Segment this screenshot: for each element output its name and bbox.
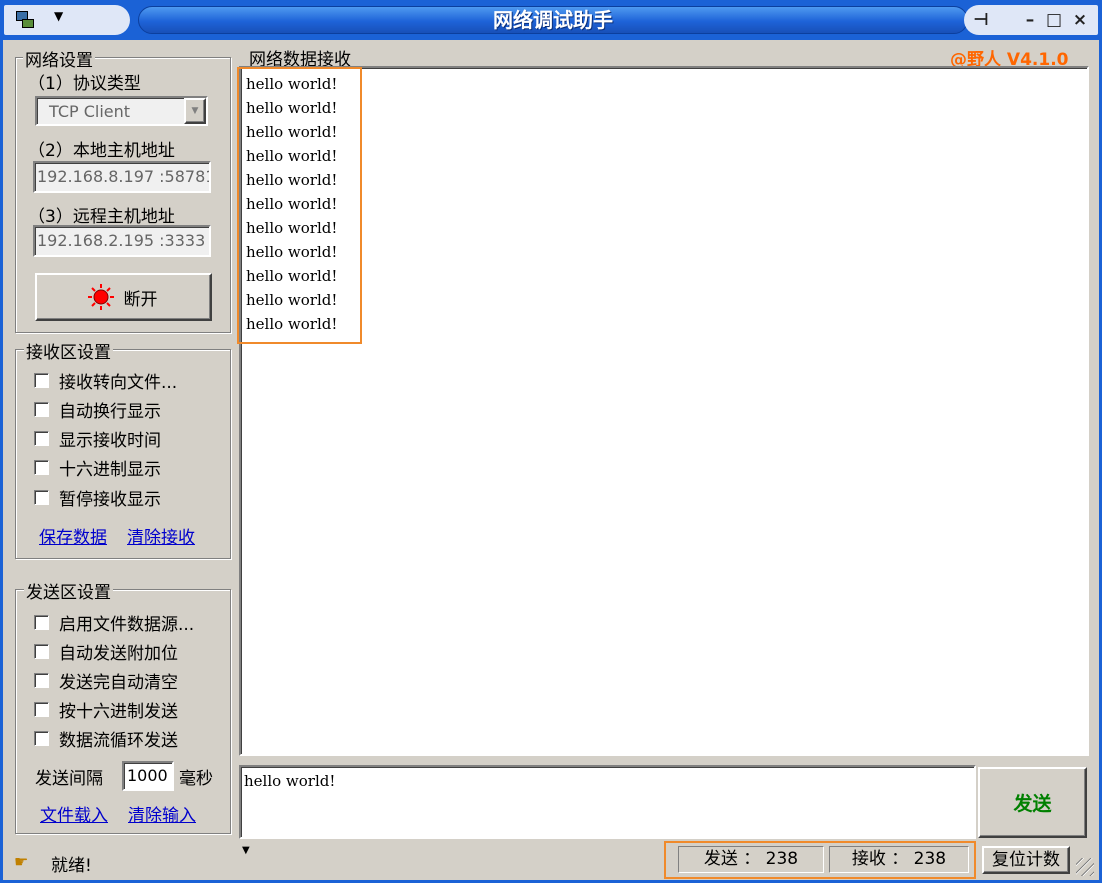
received-counter: 接收 ： 238 xyxy=(829,846,969,873)
receive-line: hello world! xyxy=(246,99,338,117)
checkbox[interactable] xyxy=(34,459,49,475)
status-indicator-icon xyxy=(87,284,114,310)
remote-address-field[interactable]: 192.168.2.195 :3333 xyxy=(33,225,211,257)
ready-status: 就绪! xyxy=(51,856,92,876)
recv-option-pause[interactable]: 暂停接收显示 xyxy=(34,485,161,510)
send-interval-input[interactable]: 1000 xyxy=(122,761,174,791)
close-button[interactable]: × xyxy=(1068,8,1092,32)
recv-option-auto-wrap[interactable]: 自动换行显示 xyxy=(34,397,161,422)
checkbox[interactable] xyxy=(34,614,49,630)
chevron-down-icon[interactable]: ▼ xyxy=(184,98,206,124)
checkbox[interactable] xyxy=(34,489,49,505)
sent-counter: 发送 ： 238 xyxy=(678,846,824,873)
send-option-loop[interactable]: 数据流循环发送 xyxy=(34,726,178,751)
ready-icon: ☛ xyxy=(14,852,29,871)
local-address-label: （2）本地主机地址 xyxy=(28,141,175,161)
window-title: 网络调试助手 xyxy=(493,8,613,32)
send-option-auto-clear[interactable]: 发送完自动清空 xyxy=(34,668,178,693)
receive-line: hello world! xyxy=(246,147,338,165)
remote-address-label: （3）远程主机地址 xyxy=(28,207,175,227)
reset-count-button[interactable]: 复位计数 xyxy=(982,846,1070,874)
checkbox[interactable] xyxy=(34,672,49,688)
receive-textarea[interactable] xyxy=(239,66,1089,756)
send-settings-legend: 发送区设置 xyxy=(24,578,113,603)
receive-line: hello world! xyxy=(246,291,338,309)
receive-lines: hello world! hello world! hello world! h… xyxy=(246,72,337,336)
local-address-field[interactable]: 192.168.8.197 :58781 xyxy=(33,161,211,193)
app-icon[interactable] xyxy=(16,11,36,29)
protocol-label: （1）协议类型 xyxy=(28,74,141,94)
receive-line: hello world! xyxy=(246,75,338,93)
system-menu[interactable]: ▼ xyxy=(4,5,130,35)
receive-line: hello world! xyxy=(246,219,338,237)
protocol-value: TCP Client xyxy=(49,102,131,121)
save-data-link[interactable]: 保存数据 xyxy=(39,523,107,548)
checkbox[interactable] xyxy=(34,430,49,446)
receive-line: hello world! xyxy=(246,195,338,213)
receive-line: hello world! xyxy=(246,243,338,261)
recv-option-to-file[interactable]: 接收转向文件... xyxy=(34,368,177,393)
resize-grip-icon[interactable] xyxy=(1076,858,1094,876)
checkbox[interactable] xyxy=(34,730,49,746)
protocol-select[interactable]: TCP Client ▼ xyxy=(35,96,208,126)
receive-settings-legend: 接收区设置 xyxy=(24,338,113,363)
clear-receive-link[interactable]: 清除接收 xyxy=(127,523,195,548)
menu-dropdown-icon[interactable]: ▼ xyxy=(54,9,63,23)
receive-line: hello world! xyxy=(246,171,338,189)
recv-option-show-time[interactable]: 显示接收时间 xyxy=(34,426,161,451)
maximize-button[interactable]: □ xyxy=(1042,8,1066,32)
receive-line: hello world! xyxy=(246,267,338,285)
send-interval-label: 发送间隔 xyxy=(35,769,103,789)
clear-input-link[interactable]: 清除输入 xyxy=(128,801,196,826)
send-option-hex[interactable]: 按十六进制发送 xyxy=(34,697,178,722)
send-interval-unit: 毫秒 xyxy=(179,769,213,789)
pin-icon[interactable]: ⊣ xyxy=(968,8,994,32)
send-textarea[interactable]: hello world! xyxy=(239,765,976,839)
receive-line: hello world! xyxy=(246,123,338,141)
receive-line: hello world! xyxy=(246,315,338,333)
disconnect-label: 断开 xyxy=(123,289,158,310)
network-settings-legend: 网络设置 xyxy=(23,46,95,71)
checkbox[interactable] xyxy=(34,701,49,717)
send-button[interactable]: 发送 xyxy=(978,767,1087,838)
checkbox[interactable] xyxy=(34,643,49,659)
disconnect-button[interactable]: 断开 xyxy=(35,273,212,321)
checkbox[interactable] xyxy=(34,401,49,417)
recv-option-hex[interactable]: 十六进制显示 xyxy=(34,455,161,480)
minimize-button[interactable]: – xyxy=(1018,8,1042,32)
send-button-label: 发送 xyxy=(1013,793,1052,815)
send-area-dropdown-icon[interactable]: ▼ xyxy=(242,845,250,856)
send-option-file-source[interactable]: 启用文件数据源... xyxy=(34,610,194,635)
file-load-link[interactable]: 文件载入 xyxy=(40,801,108,826)
send-option-append-bits[interactable]: 自动发送附加位 xyxy=(34,639,178,664)
checkbox[interactable] xyxy=(34,372,49,388)
